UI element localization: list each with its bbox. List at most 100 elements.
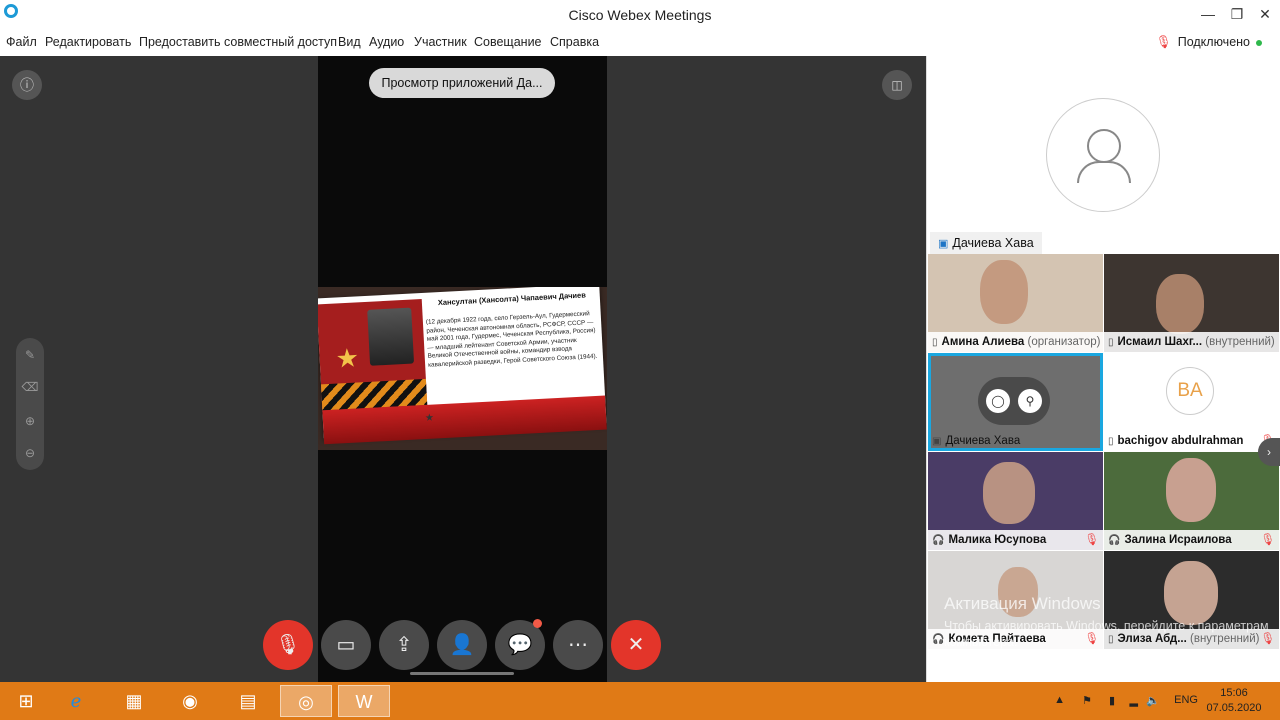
video-feed: [1166, 458, 1216, 522]
eraser-icon[interactable]: ⌫: [16, 380, 44, 394]
menu-audio[interactable]: Аудио: [369, 35, 404, 49]
participant-tile[interactable]: 🎧 Малика Юсупова 🎙: [928, 452, 1103, 550]
active-speaker-avatar: [1046, 98, 1160, 212]
battery-icon[interactable]: ▮: [1109, 694, 1115, 707]
layout-toggle-icon[interactable]: ◫: [882, 70, 912, 100]
device-icon: ▣: [932, 436, 942, 447]
end-call-button[interactable]: ✕: [611, 620, 661, 670]
participant-name: Залина Исраилова: [1124, 534, 1232, 546]
connection-status: 🎙 Подключено: [1156, 35, 1262, 50]
participant-tile[interactable]: ▯ Амина Алиева (организатор): [928, 254, 1103, 352]
user-shoulders-icon: [1077, 161, 1131, 183]
windows-activation-watermark: Активация Windows Чтобы активировать Win…: [944, 594, 1274, 650]
title-bar: Cisco Webex Meetings — ❐ ✕: [0, 0, 1280, 30]
network-icon[interactable]: ▂: [1130, 694, 1138, 707]
webex-window: Cisco Webex Meetings — ❐ ✕ Файл Редактир…: [0, 0, 1280, 720]
device-icon: ▯: [932, 337, 938, 348]
tile-caption: ▯bachigov abdulrahman🎙: [1104, 431, 1279, 451]
slide-card: ★ ★ Хансултан (Хансолта) Чапаевич Дачиев…: [318, 287, 607, 445]
flag-icon[interactable]: ⚑: [1082, 694, 1092, 707]
zoom-out-icon[interactable]: ⊖: [16, 446, 44, 460]
headset-icon: 🎧: [1108, 535, 1121, 546]
watermark-text: Чтобы активировать Windows, перейдите к …: [944, 619, 1269, 649]
participant-name: Малика Юсупова: [948, 534, 1047, 546]
chat-notification-dot: [533, 619, 542, 628]
tile-caption: 🎧 Малика Юсупова 🎙: [928, 530, 1103, 550]
more-options-button[interactable]: ⋯: [553, 620, 603, 670]
window-title: Cisco Webex Meetings: [568, 7, 712, 23]
internet-explorer-icon[interactable]: ℯ: [50, 685, 102, 717]
slide-photo-panel: ★: [318, 298, 428, 415]
volume-icon[interactable]: 🔈: [1146, 694, 1160, 707]
connected-dot-icon: [1256, 39, 1262, 46]
participant-role: (внутренний): [1205, 336, 1275, 348]
user-head-icon: [1087, 129, 1121, 163]
slide-bio: (12 декабря 1922 года, село Герзель-Аул,…: [425, 310, 598, 369]
speaker-device-icon: ▣: [938, 238, 949, 250]
language-indicator[interactable]: ENG: [1174, 694, 1198, 706]
participant-tile[interactable]: 🎧 Залина Исраилова 🎙: [1104, 452, 1279, 550]
shared-slide: ★ ★ Хансултан (Хансолта) Чапаевич Дачиев…: [318, 287, 607, 450]
shared-app-pill[interactable]: Просмотр приложений Да...: [369, 68, 555, 98]
restore-icon[interactable]: ❐: [1225, 4, 1249, 24]
device-icon: ▯: [1108, 436, 1114, 447]
menu-participant[interactable]: Участник: [414, 35, 467, 49]
participant-tile[interactable]: ▯ Исмаил Шахг... (внутренний): [1104, 254, 1279, 352]
hero-star-icon: ★: [334, 342, 360, 374]
participants-button[interactable]: 👤: [437, 620, 487, 670]
muted-mic-icon: 🎙: [1084, 534, 1099, 546]
store-icon[interactable]: ▦: [108, 685, 160, 717]
zoom-in-icon[interactable]: ⊕: [16, 414, 44, 428]
participant-name: Амина Алиева: [941, 336, 1025, 348]
mute-mic-button[interactable]: 🎙: [263, 620, 313, 670]
video-feed: [1156, 274, 1204, 334]
headset-icon: 🎧: [932, 634, 945, 645]
participant-tile[interactable]: BA ▯bachigov abdulrahman🎙: [1104, 353, 1279, 451]
menu-view[interactable]: Вид: [338, 35, 361, 49]
tile-caption: 🎧 Залина Исраилова 🎙: [1104, 530, 1279, 550]
chrome-icon[interactable]: ◉: [164, 685, 216, 717]
active-speaker-label: ▣ Дачиева Хава: [930, 232, 1042, 254]
tile-hover-actions: ◯ ⚲: [978, 377, 1050, 425]
participant-initials: BA: [1166, 367, 1214, 415]
info-icon[interactable]: ⓘ: [12, 70, 42, 100]
file-explorer-icon[interactable]: ▤: [222, 685, 274, 717]
connection-status-label: Подключено: [1177, 35, 1250, 49]
slide-name: Хансултан (Хансолта) Чапаевич Дачиев: [437, 290, 587, 308]
participant-name: bachigov abdulrahman: [1117, 435, 1244, 447]
menu-bar: Файл Редактировать Предоставить совместн…: [0, 30, 1280, 56]
windows-start-icon[interactable]: ⊞: [0, 685, 52, 717]
clock-time: 15:06: [1220, 687, 1248, 699]
menu-share[interactable]: Предоставить совместный доступ: [139, 35, 337, 49]
share-button[interactable]: ⇪: [379, 620, 429, 670]
headset-icon: 🎧: [932, 535, 945, 546]
windows-taskbar: ⊞ ℯ ▦ ◉ ▤ ◎ W ▲ ⚑ ▮ ▂ 🔈 ENG 15:06 07.05.…: [0, 682, 1280, 720]
next-page-arrow-icon[interactable]: ›: [1258, 438, 1280, 466]
minimize-icon[interactable]: —: [1196, 4, 1220, 24]
annotate-pen-icon[interactable]: ✎: [16, 348, 44, 362]
tray-expand-icon[interactable]: ▲: [1054, 694, 1065, 706]
menu-edit[interactable]: Редактировать: [45, 35, 131, 49]
watermark-title: Активация Windows: [944, 594, 1101, 613]
video-feed: [980, 260, 1028, 324]
participant-tile-selected[interactable]: ◯ ⚲ ▣ Дачиева Хава: [928, 353, 1103, 451]
participant-name: Исмаил Шахг...: [1117, 336, 1203, 348]
menu-help[interactable]: Справка: [550, 35, 599, 49]
muted-mic-icon: 🎙: [1260, 534, 1275, 546]
stage-scroll-indicator[interactable]: [410, 672, 514, 675]
webex-taskbar-icon[interactable]: ◎: [280, 685, 332, 717]
main-stage: ⓘ Просмотр приложений Да... ◫ ✎ ⌫ ⊕ ⊖ ★ …: [0, 56, 926, 682]
tile-caption: ▣ Дачиева Хава: [928, 431, 1103, 451]
clock-date: 07.05.2020: [1206, 702, 1262, 714]
tile-caption: ▯ Амина Алиева (организатор): [928, 332, 1103, 352]
chat-bubble-icon[interactable]: ◯: [986, 389, 1010, 413]
clock[interactable]: 15:06 07.05.2020: [1204, 686, 1264, 716]
menu-meeting[interactable]: Совещание: [474, 35, 542, 49]
camera-button[interactable]: ▭: [321, 620, 371, 670]
small-star-icon: ★: [424, 412, 435, 424]
word-icon[interactable]: W: [338, 685, 390, 717]
pin-icon[interactable]: ⚲: [1018, 389, 1042, 413]
participant-role: (организатор): [1027, 336, 1101, 348]
menu-file[interactable]: Файл: [6, 35, 37, 49]
close-icon[interactable]: ✕: [1253, 4, 1277, 24]
